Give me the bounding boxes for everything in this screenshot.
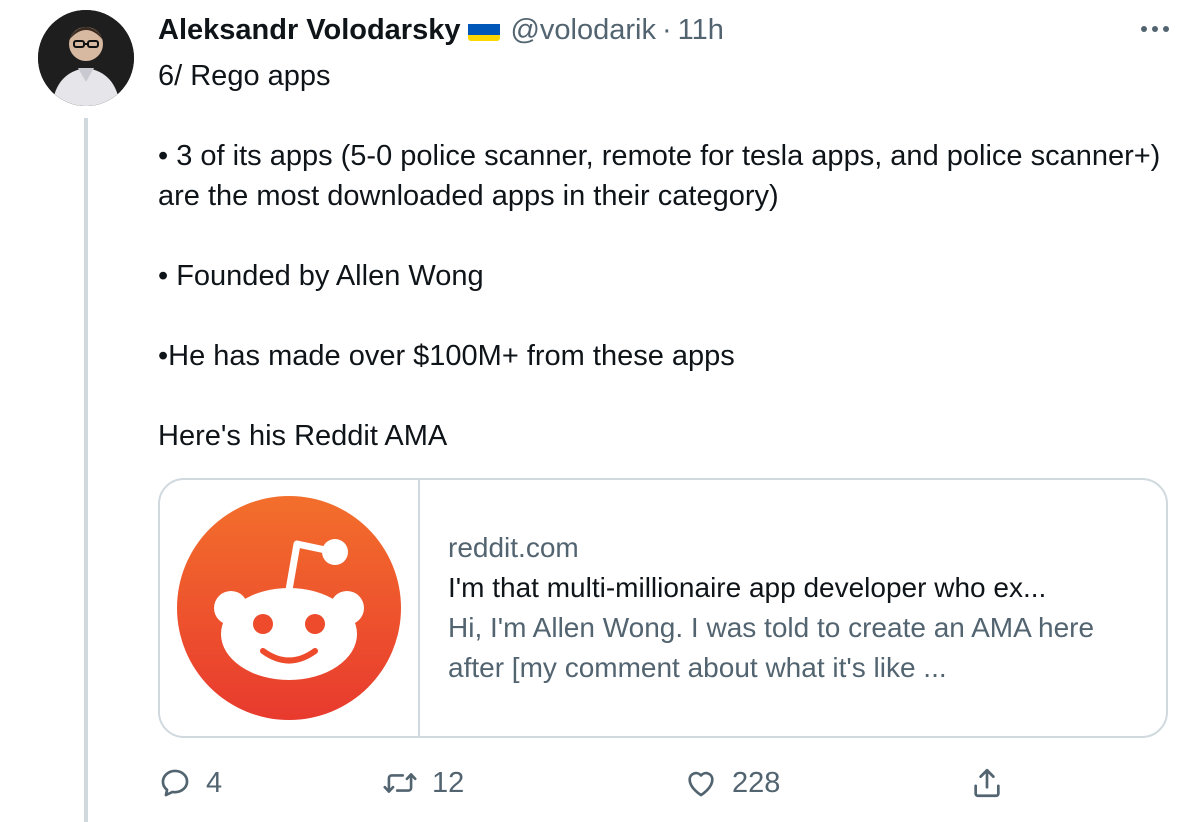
reddit-logo — [177, 496, 401, 720]
like-button[interactable]: 228 — [684, 760, 780, 806]
link-preview-card[interactable]: reddit.com I'm that multi-millionaire ap… — [158, 478, 1168, 738]
retweet-count: 12 — [432, 766, 465, 799]
reply-count: 4 — [206, 766, 223, 799]
author-name[interactable]: Aleksandr Volodarsky — [158, 12, 460, 48]
reply-button[interactable]: 4 — [158, 760, 222, 806]
link-card-domain: reddit.com — [448, 532, 579, 563]
retweet-button[interactable]: 12 — [382, 760, 464, 806]
ukraine-flag-icon — [468, 19, 501, 41]
like-count: 228 — [732, 766, 781, 799]
link-card-description: Hi, I'm Allen Wong. I was told to create… — [448, 612, 1095, 683]
author-handle[interactable]: @volodarik — [510, 12, 656, 48]
retweet-icon — [383, 773, 417, 793]
share-button[interactable] — [970, 760, 1004, 806]
author-avatar[interactable] — [38, 10, 134, 106]
tweet-timestamp[interactable]: 11h — [678, 12, 724, 48]
tweet-line: • Founded by Allen Wong — [158, 260, 484, 292]
link-card-thumbnail — [160, 480, 420, 736]
tweet-text: 6/ Rego apps • 3 of its apps (5-0 police… — [158, 56, 1168, 456]
thread-line — [84, 118, 88, 822]
tweet-header: Aleksandr Volodarsky @volodarik · 11h — [158, 12, 724, 48]
reply-icon — [161, 769, 189, 797]
more-horizontal-icon — [1141, 26, 1169, 32]
like-heart-icon — [688, 771, 714, 797]
share-icon — [974, 768, 1000, 798]
tweet-line: •He has made over $100M+ from these apps — [158, 340, 735, 372]
tweet-line: 6/ Rego apps — [158, 60, 331, 92]
avatar-photo — [38, 10, 134, 106]
separator-dot: · — [661, 14, 672, 46]
more-options-button[interactable] — [1132, 14, 1178, 44]
link-card-text: reddit.com I'm that multi-millionaire ap… — [420, 480, 1166, 736]
tweet-line: Here's his Reddit AMA — [158, 420, 448, 452]
link-card-title: I'm that multi-millionaire app developer… — [448, 572, 1047, 603]
tweet-line: • 3 of its apps (5-0 police scanner, rem… — [158, 140, 1161, 212]
tweet-action-bar: 4 12 228 — [158, 760, 1018, 806]
